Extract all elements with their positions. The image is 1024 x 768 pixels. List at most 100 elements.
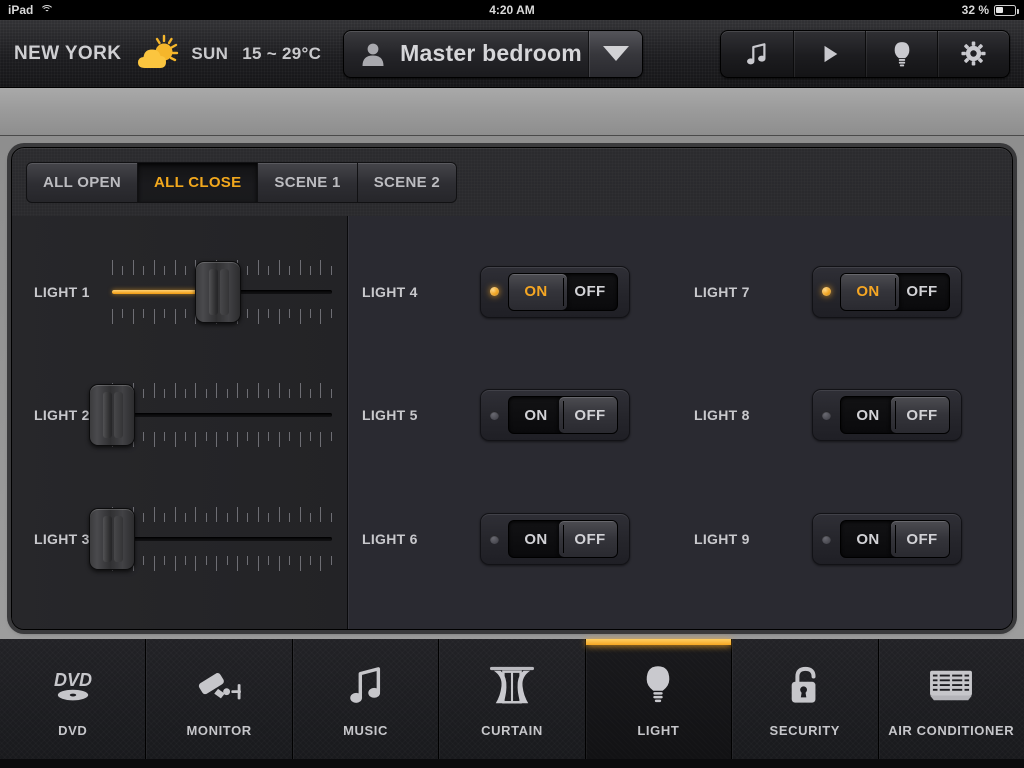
slider-ticks-bottom (112, 432, 332, 450)
status-led (490, 287, 499, 296)
nav-item-air-conditioner[interactable]: AIR CONDITIONER (879, 639, 1024, 759)
switch-on-label: ON (841, 531, 895, 548)
room-selector[interactable]: Master bedroom (343, 30, 643, 78)
rocker-divider (895, 525, 896, 553)
switch-light-9[interactable]: ON OFF (812, 513, 962, 565)
lightbulb-icon (642, 661, 674, 711)
rocker-switch[interactable]: ON OFF (840, 520, 950, 558)
music-icon[interactable] (721, 31, 793, 77)
gear-icon[interactable] (937, 31, 1009, 77)
top-bar: NEW YORK SUN 15 ~ 29°C (0, 20, 1024, 88)
switch-on-label: ON (509, 407, 563, 424)
status-led (490, 411, 499, 420)
nav-label: CURTAIN (481, 723, 543, 738)
switch-on-label: ON (841, 407, 895, 424)
rocker-divider (563, 525, 564, 553)
nav-label: MUSIC (343, 723, 388, 738)
switch-on-label: ON (841, 283, 895, 300)
weather-day: SUN (191, 44, 228, 63)
scene-tab-scene-2[interactable]: SCENE 2 (358, 162, 457, 203)
rocker-switch[interactable]: ON OFF (840, 273, 950, 311)
slider-track (112, 413, 332, 417)
status-bar: iPad 4:20 AM 32 % (0, 0, 1024, 20)
lightbulb-icon[interactable] (865, 31, 937, 77)
music-note-icon (347, 661, 385, 711)
room-name-label: Master bedroom (390, 40, 588, 67)
rocker-switch[interactable]: ON OFF (508, 520, 618, 558)
switch-columns: LIGHT 4 ON OFF (348, 216, 1012, 629)
switch-light-4[interactable]: ON OFF (480, 266, 630, 318)
status-led (822, 411, 831, 420)
svg-text:DVD: DVD (54, 670, 92, 690)
panel-content: LIGHT 1 LIGHT 2 (12, 216, 1012, 629)
nav-label: AIR CONDITIONER (888, 723, 1014, 738)
status-led (490, 535, 499, 544)
bottom-navigation: DVD DVD MONITOR (0, 639, 1024, 759)
switch-light-6[interactable]: ON OFF (480, 513, 630, 565)
clock: 4:20 AM (0, 3, 1024, 17)
switch-light-5[interactable]: ON OFF (480, 389, 630, 441)
weather-condition: SUN 15 ~ 29°C (191, 44, 321, 64)
nav-item-curtain[interactable]: CURTAIN (439, 639, 585, 759)
switch-row-light-9: LIGHT 9 ON OFF (680, 493, 1012, 585)
slider-knob[interactable] (89, 508, 135, 570)
switch-row-light-5: LIGHT 5 ON OFF (348, 369, 680, 461)
rocker-switch[interactable]: ON OFF (508, 396, 618, 434)
dimmer-slider-light-2[interactable] (112, 378, 332, 452)
stage: ALL OPEN ALL CLOSE SCENE 1 SCENE 2 LIGHT… (0, 136, 1024, 639)
switch-off-label: OFF (895, 283, 949, 300)
rocker-switch[interactable]: ON OFF (508, 273, 618, 311)
dimmer-slider-column: LIGHT 1 LIGHT 2 (12, 216, 348, 629)
battery-percent-label: 32 % (962, 3, 989, 17)
slider-knob[interactable] (89, 384, 135, 446)
switch-off-label: OFF (895, 531, 949, 548)
weather-temp-range: 15 ~ 29°C (242, 44, 321, 63)
scene-tab-scene-1[interactable]: SCENE 1 (258, 162, 357, 203)
slider-row-light-1: LIGHT 1 (12, 246, 347, 338)
switch-label: LIGHT 9 (694, 531, 812, 547)
rocker-divider (895, 401, 896, 429)
slider-row-light-2: LIGHT 2 (12, 369, 347, 461)
scene-tab-all-open[interactable]: ALL OPEN (26, 162, 138, 203)
switch-off-label: OFF (563, 407, 617, 424)
nav-item-light[interactable]: LIGHT (586, 639, 732, 759)
switch-on-label: ON (509, 531, 563, 548)
nav-item-security[interactable]: SECURITY (732, 639, 878, 759)
switch-off-label: OFF (563, 283, 617, 300)
nav-label: DVD (58, 723, 87, 738)
air-conditioner-icon (925, 661, 977, 711)
switch-on-label: ON (509, 283, 563, 300)
nav-item-monitor[interactable]: MONITOR (146, 639, 292, 759)
slider-label: LIGHT 1 (34, 284, 112, 300)
padlock-icon (786, 661, 824, 711)
dimmer-slider-light-1[interactable] (112, 255, 332, 329)
switch-column-2: LIGHT 7 ON OFF (680, 216, 1012, 629)
nav-item-dvd[interactable]: DVD DVD (0, 639, 146, 759)
rocker-switch[interactable]: ON OFF (840, 396, 950, 434)
nav-item-music[interactable]: MUSIC (293, 639, 439, 759)
cctv-camera-icon (193, 661, 245, 711)
switch-column-1: LIGHT 4 ON OFF (348, 216, 680, 629)
slider-ticks-top (112, 380, 332, 398)
status-led (822, 287, 831, 296)
rocker-divider (563, 278, 564, 306)
wifi-icon (39, 5, 54, 16)
scene-tab-all-close[interactable]: ALL CLOSE (138, 162, 258, 203)
curtain-icon (487, 661, 537, 711)
light-control-panel: ALL OPEN ALL CLOSE SCENE 1 SCENE 2 LIGHT… (11, 147, 1013, 630)
scene-tab-bar: ALL OPEN ALL CLOSE SCENE 1 SCENE 2 (12, 148, 1012, 216)
toolbar-spacer (0, 88, 1024, 136)
nav-label: MONITOR (186, 723, 251, 738)
switch-light-7[interactable]: ON OFF (812, 266, 962, 318)
quick-action-buttons (720, 30, 1010, 78)
slider-ticks-bottom (112, 556, 332, 574)
dimmer-slider-light-3[interactable] (112, 502, 332, 576)
switch-label: LIGHT 7 (694, 284, 812, 300)
switch-light-8[interactable]: ON OFF (812, 389, 962, 441)
play-icon[interactable] (793, 31, 865, 77)
slider-knob[interactable] (195, 261, 241, 323)
switch-off-label: OFF (895, 407, 949, 424)
rocker-divider (563, 401, 564, 429)
slider-ticks-top (112, 504, 332, 522)
chevron-down-icon[interactable] (588, 31, 642, 77)
